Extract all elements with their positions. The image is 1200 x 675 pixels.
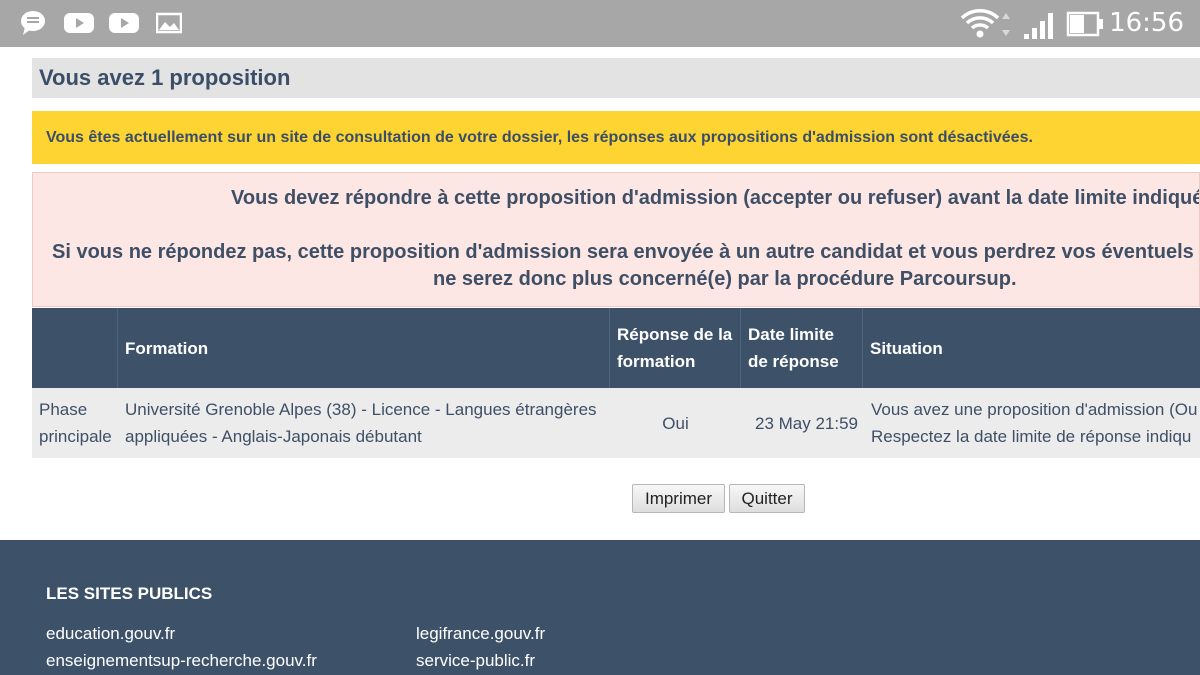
alert-line-2: Si vous ne répondez pas, cette propositi… bbox=[52, 241, 1200, 263]
battery-icon bbox=[1066, 11, 1106, 42]
wifi-icon bbox=[960, 8, 1012, 45]
deadline-alert: Vous devez répondre à cette proposition … bbox=[32, 172, 1200, 307]
status-bar: 16:56 bbox=[0, 0, 1200, 47]
proposals-table: Formation Réponse de la formation Date li… bbox=[32, 308, 1200, 458]
print-button[interactable]: Imprimer bbox=[632, 484, 725, 513]
signal-icon bbox=[1022, 10, 1058, 45]
page-title: Vous avez 1 proposition bbox=[39, 65, 291, 90]
youtube-icon bbox=[108, 10, 140, 41]
footer-title: LES SITES PUBLICS bbox=[46, 584, 213, 603]
footer-link-enseignementsup[interactable]: enseignementsup-recherche.gouv.fr bbox=[46, 651, 317, 671]
header-reponse: Réponse de la formation bbox=[610, 308, 741, 388]
footer-link-education[interactable]: education.gouv.fr bbox=[46, 624, 175, 644]
consultation-notice: Vous êtes actuellement sur un site de co… bbox=[32, 111, 1200, 164]
cell-date-limite: 23 May 21:59 bbox=[754, 413, 858, 433]
cell-reponse: Oui bbox=[662, 413, 689, 433]
cell-phase: Phase principale bbox=[39, 400, 112, 446]
header-phase bbox=[32, 308, 118, 388]
page-title-bar: Vous avez 1 proposition bbox=[32, 58, 1200, 98]
clock-time: 16:56 bbox=[1109, 8, 1184, 38]
quit-button[interactable]: Quitter bbox=[729, 484, 805, 513]
table-row: Phase principale Université Grenoble Alpe… bbox=[32, 388, 1200, 458]
youtube-icon bbox=[63, 10, 95, 41]
cell-formation: Université Grenoble Alpes (38) - Licence… bbox=[125, 400, 597, 446]
image-icon bbox=[155, 10, 183, 41]
cell-situation: Vous avez une proposition d'admission (O… bbox=[871, 400, 1198, 446]
footer-link-service-public[interactable]: service-public.fr bbox=[416, 651, 535, 671]
header-situation: Situation bbox=[870, 338, 943, 358]
footer-link-legifrance[interactable]: legifrance.gouv.fr bbox=[416, 624, 545, 644]
alert-line-1: Vous devez répondre à cette proposition … bbox=[231, 187, 1200, 209]
alert-line-3: ne serez donc plus concerné(e) par la pr… bbox=[433, 268, 1017, 290]
header-date-limite: Date limite de réponse bbox=[741, 308, 863, 388]
table-header: Formation Réponse de la formation Date li… bbox=[32, 308, 1200, 388]
notice-text: Vous êtes actuellement sur un site de co… bbox=[46, 129, 1033, 146]
chat-bubble-icon bbox=[20, 10, 47, 41]
header-formation: Formation bbox=[118, 308, 610, 388]
footer: LES SITES PUBLICS education.gouv.fr ense… bbox=[0, 540, 1200, 675]
